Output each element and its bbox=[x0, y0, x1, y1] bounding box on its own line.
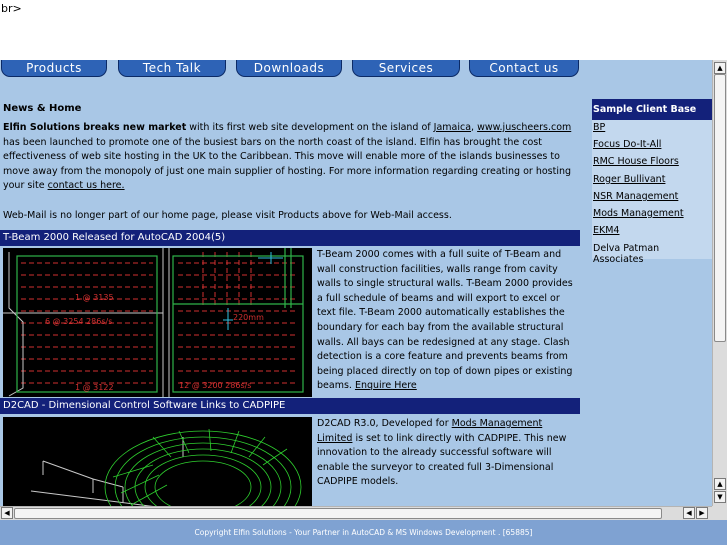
news-text-1: with its first web site development on t… bbox=[186, 122, 434, 133]
jamaica-link[interactable]: Jamaica bbox=[434, 122, 471, 133]
tab-tech-talk[interactable]: Tech Talk bbox=[118, 60, 226, 77]
tab-services[interactable]: Services bbox=[352, 60, 460, 77]
article-bar-d2cad: D2CAD - Dimensional Control Software Lin… bbox=[0, 398, 580, 414]
vertical-scroll-thumb[interactable] bbox=[714, 74, 726, 342]
page-content: Products Tech Talk Downloads Services Co… bbox=[0, 60, 712, 506]
vertical-scrollbar[interactable]: ▲ ▲ ▼ bbox=[712, 60, 727, 506]
client-link-bp[interactable]: BP bbox=[593, 122, 605, 133]
juscheers-link[interactable]: www.juscheers.com bbox=[477, 122, 571, 133]
client-link-ekm4[interactable]: EKM4 bbox=[593, 225, 619, 236]
d2cad-text-1: D2CAD R3.0, Developed for bbox=[317, 418, 452, 429]
client-link-nsr[interactable]: NSR Management bbox=[593, 191, 678, 202]
content-frame: Products Tech Talk Downloads Services Co… bbox=[0, 60, 727, 520]
client-link-rmc[interactable]: RMC House Floors bbox=[593, 156, 679, 167]
d2cad-text-2: is set to link directly with CADPIPE. Th… bbox=[317, 432, 567, 488]
scroll-up-arrow-icon-2[interactable]: ▲ bbox=[714, 478, 726, 490]
horizontal-scrollbar[interactable]: ◀ ◀ ▶ bbox=[0, 506, 712, 520]
cad-label-3: 1 @ 3122 bbox=[75, 383, 114, 392]
sidebar-title: Sample Client Base bbox=[592, 99, 712, 120]
news-title: News & Home bbox=[3, 103, 82, 114]
news-headline: Elfin Solutions breaks new market bbox=[3, 122, 187, 133]
d2cad-pipe-image bbox=[3, 417, 312, 506]
scroll-left-arrow-icon[interactable]: ◀ bbox=[1, 507, 13, 519]
tbeam-cad-image: 1 @ 3135 6 @ 3254 286s/s 1 @ 3122 12 @ 3… bbox=[3, 248, 312, 397]
client-link-roger[interactable]: Roger Bullivant bbox=[593, 174, 665, 185]
article-bar-tbeam: T-Beam 2000 Released for AutoCAD 2004(5) bbox=[0, 230, 580, 246]
cad-label-5: 220mm bbox=[233, 313, 264, 322]
webmail-notice: Web-Mail is no longer part of our home p… bbox=[3, 210, 452, 221]
contact-link[interactable]: contact us here. bbox=[48, 180, 125, 191]
client-link-focus[interactable]: Focus Do-It-All bbox=[593, 139, 661, 150]
scrollbar-corner bbox=[712, 506, 727, 520]
stray-text: br> bbox=[1, 2, 22, 15]
cad-label-4: 12 @ 3200 286s/s bbox=[179, 381, 251, 390]
news-paragraph: Elfin Solutions breaks new market with i… bbox=[3, 121, 578, 194]
client-delva: Delva Patman Associates bbox=[593, 243, 660, 265]
scroll-down-arrow-icon[interactable]: ▼ bbox=[714, 491, 726, 503]
client-sidebar: Sample Client Base BP Focus Do-It-All RM… bbox=[592, 99, 712, 265]
scroll-up-arrow-icon[interactable]: ▲ bbox=[714, 62, 726, 74]
enquire-link[interactable]: Enquire Here bbox=[355, 380, 417, 391]
tab-downloads[interactable]: Downloads bbox=[236, 60, 342, 77]
footer-copyright: Copyright Elfin Solutions - Your Partner… bbox=[0, 520, 727, 545]
cad-label-2: 6 @ 3254 286s/s bbox=[45, 317, 112, 326]
tab-contact-us[interactable]: Contact us bbox=[469, 60, 579, 77]
tab-products[interactable]: Products bbox=[1, 60, 107, 77]
scroll-left-arrow-icon-2[interactable]: ◀ bbox=[683, 507, 695, 519]
client-link-mods[interactable]: Mods Management bbox=[593, 208, 684, 219]
cad-label-1: 1 @ 3135 bbox=[75, 293, 114, 302]
d2cad-description: D2CAD R3.0, Developed for Mods Managemen… bbox=[317, 417, 580, 490]
tbeam-text: T-Beam 2000 comes with a full suite of T… bbox=[317, 249, 573, 392]
scroll-right-arrow-icon[interactable]: ▶ bbox=[696, 507, 708, 519]
tbeam-description: T-Beam 2000 comes with a full suite of T… bbox=[317, 248, 580, 394]
horizontal-scroll-thumb[interactable] bbox=[14, 508, 662, 519]
